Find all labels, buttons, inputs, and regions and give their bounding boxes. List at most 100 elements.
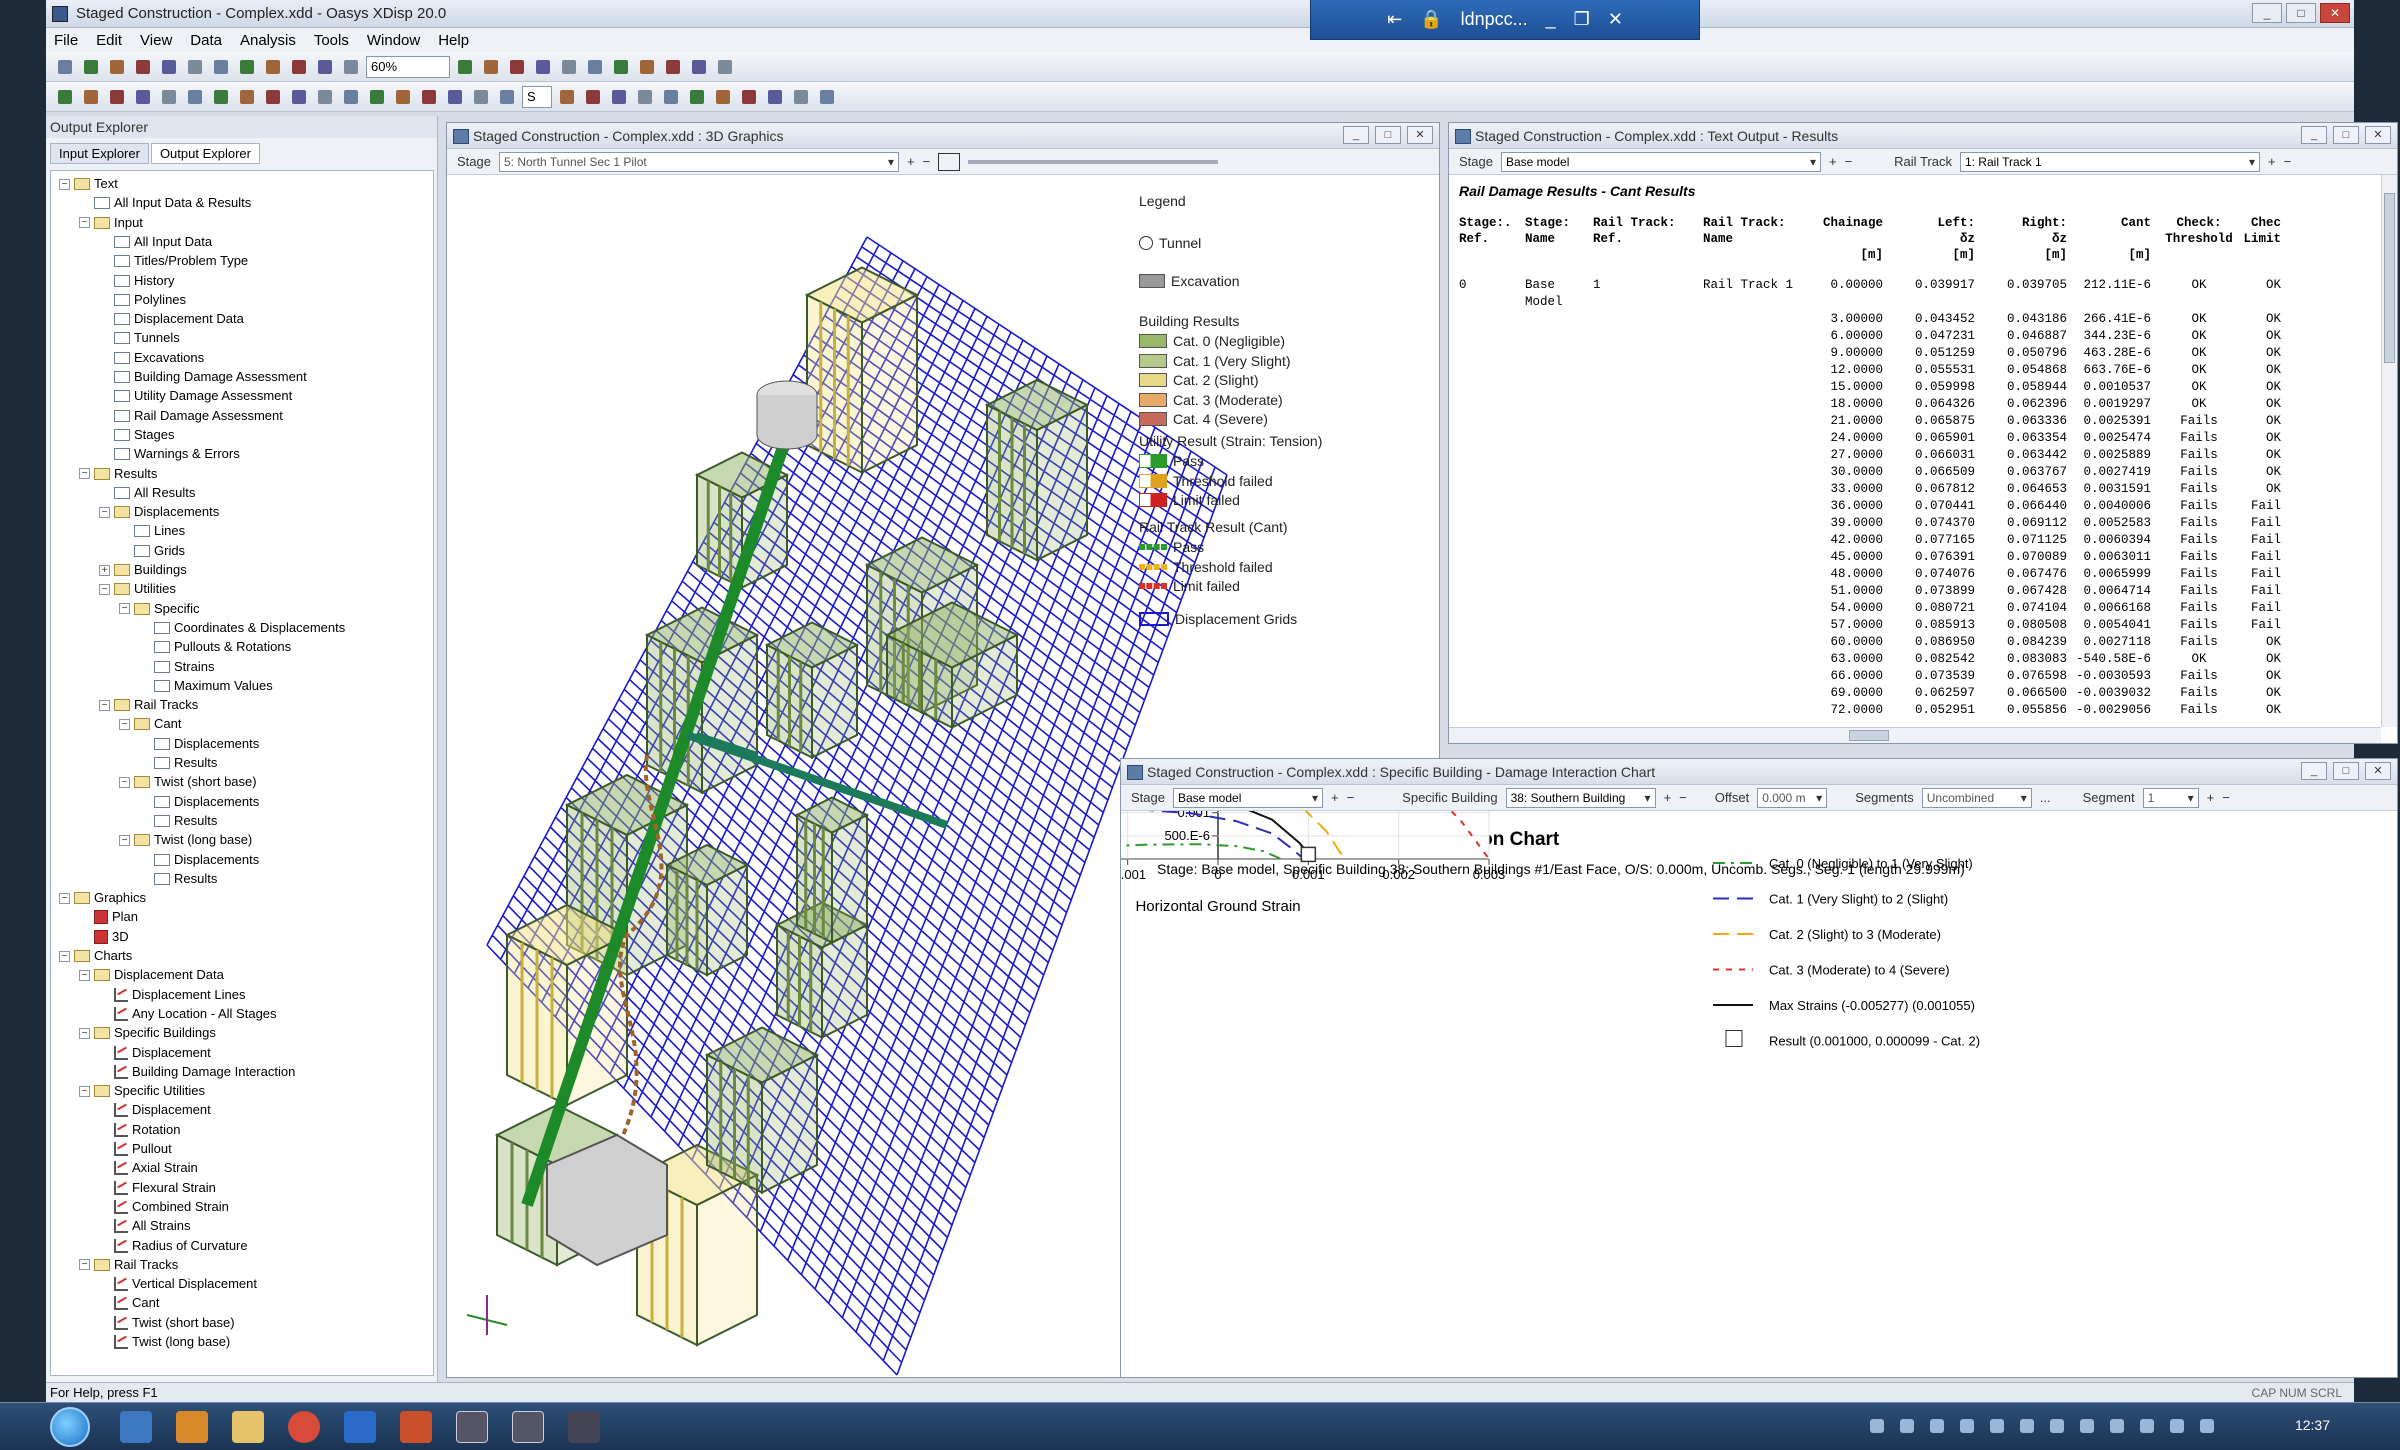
tree-item[interactable]: Cant [99, 1294, 159, 1312]
tree-item[interactable]: − Results [79, 465, 157, 483]
toolbar-tool-icon[interactable] [584, 56, 606, 78]
toolbar-tool-icon[interactable] [132, 86, 154, 108]
tree-item[interactable]: Displacement [99, 1044, 211, 1062]
menu-window[interactable]: Window [367, 32, 420, 49]
toolbar-tool-icon[interactable] [582, 86, 604, 108]
tree-item[interactable]: All Results [99, 484, 195, 502]
toolbar-tool-icon[interactable] [262, 86, 284, 108]
toolbar-tool-icon[interactable] [816, 86, 838, 108]
tree-item[interactable]: Tunnels [99, 329, 180, 347]
collapse-icon[interactable]: − [99, 699, 110, 711]
toolbar-tool-icon[interactable] [610, 56, 632, 78]
segment-select[interactable]: 1 [2142, 787, 2199, 808]
tree-item[interactable]: − Rail Tracks [99, 696, 198, 714]
tree-item[interactable]: − Graphics [59, 889, 146, 907]
building-model[interactable] [664, 843, 750, 977]
add-icon[interactable]: + [2207, 790, 2215, 805]
tree-item[interactable]: Displacement Lines [99, 986, 245, 1004]
tray-icon[interactable] [2170, 1419, 2184, 1433]
toolbar-tool-icon[interactable] [634, 86, 656, 108]
tree-item[interactable]: Coordinates & Displacements [139, 619, 345, 637]
tree-item[interactable]: Pullout [99, 1140, 172, 1158]
pane-minimize-button[interactable]: _ [2301, 762, 2327, 780]
toolbar-tool-icon[interactable] [712, 86, 734, 108]
toolbar-tool-icon[interactable] [558, 56, 580, 78]
pane-close-button[interactable]: ✕ [2365, 126, 2391, 144]
tree-item[interactable]: − Utilities [99, 580, 176, 598]
remote-minimize-button[interactable]: _ [1546, 9, 1556, 30]
add-icon[interactable]: + [907, 154, 915, 169]
rail-track-select[interactable]: 1: Rail Track 1 [1959, 151, 2260, 172]
toolbar-tool-icon[interactable] [686, 86, 708, 108]
tree-item[interactable]: − Displacement Data [79, 966, 224, 984]
ie-icon[interactable] [120, 1411, 152, 1443]
toolbar-tool-icon[interactable] [288, 56, 310, 78]
tree-item[interactable]: Excavations [99, 349, 204, 367]
collapse-icon[interactable]: − [119, 834, 130, 846]
tree-item[interactable]: Twist (short base) [99, 1314, 235, 1332]
tree-item[interactable]: 3D [79, 928, 129, 946]
toolbar-tool-icon[interactable] [340, 86, 362, 108]
building-select[interactable]: 38: Southern Building [1505, 787, 1656, 808]
toolbar-tool-icon[interactable] [236, 86, 258, 108]
collapse-icon[interactable]: − [79, 969, 90, 981]
tray-icon[interactable] [1900, 1419, 1914, 1433]
tree-item[interactable]: Displacement Data [99, 310, 244, 328]
tray-icon[interactable] [2020, 1419, 2034, 1433]
menu-help[interactable]: Help [438, 32, 469, 49]
tree-item[interactable]: Results [139, 870, 217, 888]
horizontal-scrollbar[interactable] [1449, 727, 2381, 743]
toolbar-tool-icon[interactable] [662, 56, 684, 78]
remove-icon[interactable]: − [923, 154, 931, 169]
toolbar-tool-icon[interactable] [80, 86, 102, 108]
text-output-area[interactable]: Rail Damage Results - Cant Results Stage… [1459, 175, 2379, 725]
pin-icon[interactable]: ⇤ [1387, 9, 1402, 30]
pane-restore-button[interactable]: □ [1375, 126, 1401, 144]
toolbar-tool-icon[interactable] [54, 86, 76, 108]
xdisp-icon[interactable] [512, 1411, 544, 1443]
toolbar-tool-icon[interactable] [314, 56, 336, 78]
tab-output-explorer[interactable]: Output Explorer [150, 143, 260, 164]
toolbar-tool-icon[interactable] [608, 86, 630, 108]
tree-item[interactable]: Results [139, 754, 217, 772]
tree-item[interactable]: Displacements [139, 851, 259, 869]
animate-icon[interactable] [938, 152, 961, 171]
toolbar-tool-icon[interactable] [366, 86, 388, 108]
vertical-scrollbar[interactable] [2381, 175, 2397, 727]
tray-icon[interactable] [2140, 1419, 2154, 1433]
maximize-button[interactable]: □ [2286, 3, 2316, 23]
remote-close-button[interactable]: ✕ [1608, 9, 1623, 30]
collapse-icon[interactable]: − [119, 718, 130, 730]
tree-item[interactable]: Maximum Values [139, 677, 273, 695]
tree-item[interactable]: Rail Damage Assessment [99, 407, 283, 425]
tree-item[interactable]: − Cant [119, 715, 181, 733]
tree-item[interactable]: All Input Data [99, 233, 212, 251]
tree-item[interactable]: Flexural Strain [99, 1179, 216, 1197]
minimize-button[interactable]: _ [2252, 3, 2282, 23]
remote-restore-button[interactable]: ❐ [1574, 9, 1590, 30]
add-icon[interactable]: + [1829, 154, 1837, 169]
toolbar-tool-icon[interactable] [340, 56, 362, 78]
tray-icon[interactable] [1960, 1419, 1974, 1433]
tray-icon[interactable] [1930, 1419, 1944, 1433]
toolbar-tool-icon[interactable] [556, 86, 578, 108]
tree-item[interactable]: History [99, 272, 174, 290]
toolbar-tool-icon[interactable] [688, 56, 710, 78]
tree-item[interactable]: Axial Strain [99, 1159, 198, 1177]
tree-item[interactable]: Polylines [99, 291, 186, 309]
tree-item[interactable]: Results [139, 812, 217, 830]
remove-icon[interactable]: − [1347, 790, 1355, 805]
toolbar-tool-icon[interactable] [790, 86, 812, 108]
tree-item[interactable]: Combined Strain [99, 1198, 229, 1216]
toolbar-tool-icon[interactable] [636, 56, 658, 78]
volume-icon[interactable] [2200, 1419, 2214, 1433]
tree-item[interactable]: Utility Damage Assessment [99, 387, 292, 405]
building-model[interactable] [764, 621, 860, 760]
field-select[interactable]: S [522, 85, 552, 108]
tree-item[interactable]: Strains [139, 658, 214, 676]
tree-item[interactable]: Radius of Curvature [99, 1237, 248, 1255]
toolbar-tool-icon[interactable] [454, 56, 476, 78]
tree-item[interactable]: Pullouts & Rotations [139, 638, 291, 656]
toolbar-tool-icon[interactable] [480, 56, 502, 78]
tree-item[interactable]: − Displacements [99, 503, 219, 521]
